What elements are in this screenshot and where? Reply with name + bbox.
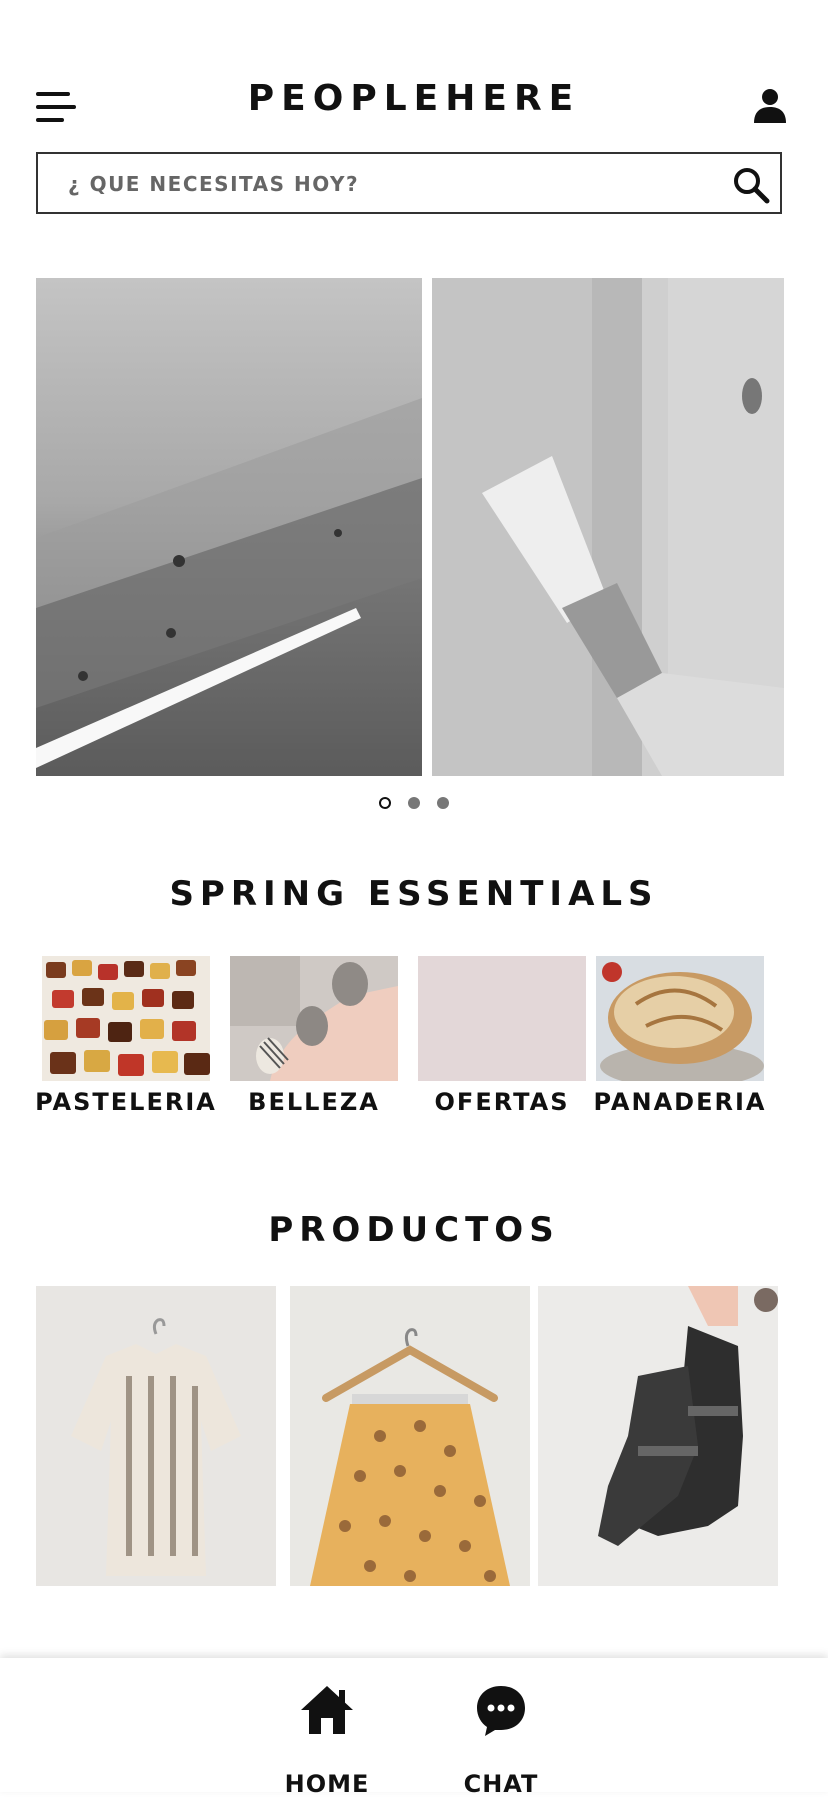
nav-chat-label: CHAT [463, 1770, 539, 1798]
category-belleza[interactable]: BELLEZA [230, 956, 398, 1116]
carousel-dot-1[interactable] [378, 797, 391, 809]
carousel-slide-paint-brush[interactable] [432, 278, 784, 776]
category-ofertas[interactable]: OFERTAS [418, 956, 586, 1116]
carousel-dots [0, 794, 828, 813]
product-card-boots[interactable] [538, 1286, 778, 1586]
nav-home-label: HOME [284, 1770, 370, 1798]
search-icon[interactable] [732, 166, 770, 204]
category-label: BELLEZA [248, 1088, 380, 1116]
belleza-image [230, 956, 398, 1081]
chat-icon [477, 1686, 525, 1736]
bottom-nav: HOME CHAT [0, 1658, 828, 1798]
ofertas-image [418, 956, 586, 1081]
category-label: PASTELERIA [35, 1088, 217, 1116]
boots-image [598, 1286, 778, 1546]
product-card-shirt[interactable] [36, 1286, 276, 1586]
brand-title: PEOPLEHERE [247, 78, 581, 119]
category-label: PANADERIA [593, 1088, 767, 1116]
skirt-image [310, 1328, 510, 1586]
user-icon[interactable] [752, 88, 788, 124]
home-icon [301, 1686, 353, 1734]
category-panaderia[interactable]: PANADERIA [594, 956, 764, 1116]
shirt-image [71, 1318, 241, 1576]
nav-home[interactable]: HOME [267, 1684, 387, 1798]
category-label: OFERTAS [434, 1088, 570, 1116]
search-input[interactable] [66, 154, 730, 214]
carousel-slide-wood-plank[interactable] [36, 278, 422, 776]
category-pasteleria[interactable]: PASTELERIA [35, 956, 215, 1116]
carousel-dot-2[interactable] [408, 797, 420, 809]
product-card-skirt[interactable] [290, 1286, 530, 1586]
carousel-dot-3[interactable] [437, 797, 450, 809]
spring-essentials-title: SPRING ESSENTIALS [169, 874, 659, 914]
nav-chat[interactable]: CHAT [441, 1684, 561, 1798]
search-bar [36, 152, 782, 214]
productos-title: PRODUCTOS [268, 1210, 560, 1250]
pasteleria-image [42, 956, 210, 1081]
panaderia-image [596, 956, 764, 1081]
